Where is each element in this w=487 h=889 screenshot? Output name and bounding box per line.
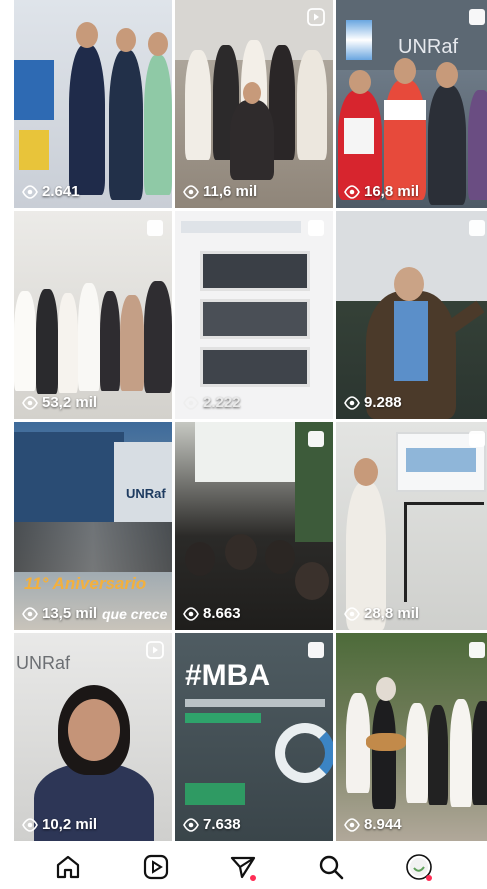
view-count-value: 53,2 mil xyxy=(42,394,98,411)
search-icon xyxy=(320,855,344,880)
bottom-navigation xyxy=(0,845,487,889)
view-count-value: 10,2 mil xyxy=(42,816,98,833)
reels-button[interactable] xyxy=(139,850,173,884)
view-count-value: 8.663 xyxy=(203,605,241,622)
post-tile[interactable]: 28,8 mil xyxy=(336,422,487,630)
carousel-icon xyxy=(308,431,324,447)
view-count: 2.222 xyxy=(183,394,241,411)
view-count-value: 7.638 xyxy=(203,816,241,833)
post-tile[interactable]: UNRaf 11° Aniversario que crece 13,5 mil xyxy=(14,422,172,630)
view-count-value: 16,8 mil xyxy=(364,183,420,200)
view-count: 7.638 xyxy=(183,816,241,833)
eye-icon xyxy=(22,395,38,410)
view-count: 11,6 mil xyxy=(183,183,257,200)
view-count: 16,8 mil xyxy=(344,183,419,200)
view-count-value: 13,5 mil xyxy=(42,605,98,622)
wall-sign: UNRaf xyxy=(398,36,459,58)
profile-button[interactable] xyxy=(402,850,436,884)
view-count-value: 9.288 xyxy=(364,394,402,411)
view-count-value: 8.944 xyxy=(364,816,402,833)
post-tile[interactable]: 8.944 xyxy=(336,633,487,841)
eye-icon xyxy=(183,184,199,199)
view-count: 8.944 xyxy=(344,816,402,833)
post-tile[interactable]: 9.288 xyxy=(336,211,487,419)
building-sign: UNRaf xyxy=(126,486,166,501)
eye-icon xyxy=(183,817,199,832)
carousel-icon xyxy=(469,9,485,25)
eye-icon xyxy=(22,184,38,199)
carousel-icon xyxy=(469,431,485,447)
carousel-icon xyxy=(469,642,485,658)
post-tile[interactable]: 2.222 xyxy=(175,211,333,419)
view-count-value: 2.641 xyxy=(42,183,80,200)
post-tile[interactable]: UNRaf 16,8 mil xyxy=(336,0,487,208)
view-count: 28,8 mil xyxy=(344,605,419,622)
carousel-icon xyxy=(308,642,324,658)
view-count-value: 28,8 mil xyxy=(364,605,420,622)
eye-icon xyxy=(344,817,360,832)
anniversary-title: 11° Aniversario xyxy=(24,574,147,593)
reel-icon xyxy=(307,8,325,26)
carousel-icon xyxy=(308,220,324,236)
eye-icon xyxy=(344,184,360,199)
post-tile[interactable]: #MBA 7.638 xyxy=(175,633,333,841)
eye-icon xyxy=(22,606,38,621)
anniversary-subtitle: que crece xyxy=(102,606,168,622)
reels-icon xyxy=(143,854,168,880)
mba-title: #MBA xyxy=(185,659,271,692)
view-count: 8.663 xyxy=(183,605,241,622)
post-tile[interactable]: 11,6 mil xyxy=(175,0,333,208)
eye-icon xyxy=(22,817,38,832)
search-button[interactable] xyxy=(314,850,348,884)
eye-icon xyxy=(344,606,360,621)
wall-sign: UNRaf xyxy=(16,653,71,673)
view-count: 53,2 mil xyxy=(22,394,97,411)
post-tile[interactable]: 53,2 mil xyxy=(14,211,172,419)
view-count-value: 11,6 mil xyxy=(203,183,258,200)
reel-icon xyxy=(146,641,164,659)
post-tile[interactable]: 8.663 xyxy=(175,422,333,630)
view-count: 9.288 xyxy=(344,394,402,411)
view-count-value: 2.222 xyxy=(203,394,241,411)
eye-icon xyxy=(183,395,199,410)
view-count: 2.641 xyxy=(22,183,80,200)
carousel-icon xyxy=(147,220,163,236)
view-count: 10,2 mil xyxy=(22,816,97,833)
eye-icon xyxy=(183,606,199,621)
eye-icon xyxy=(344,395,360,410)
post-tile[interactable]: 2.641 xyxy=(14,0,172,208)
home-button[interactable] xyxy=(51,850,85,884)
share-button[interactable] xyxy=(226,850,260,884)
home-icon xyxy=(56,855,79,879)
post-tile[interactable]: UNRaf 10,2 mil xyxy=(14,633,172,841)
view-count: 13,5 mil xyxy=(22,605,97,622)
carousel-icon xyxy=(469,220,485,236)
posts-grid: 2.641 11,6 mil UNRaf 16,8 mil 53,2 mil 2… xyxy=(0,0,487,845)
